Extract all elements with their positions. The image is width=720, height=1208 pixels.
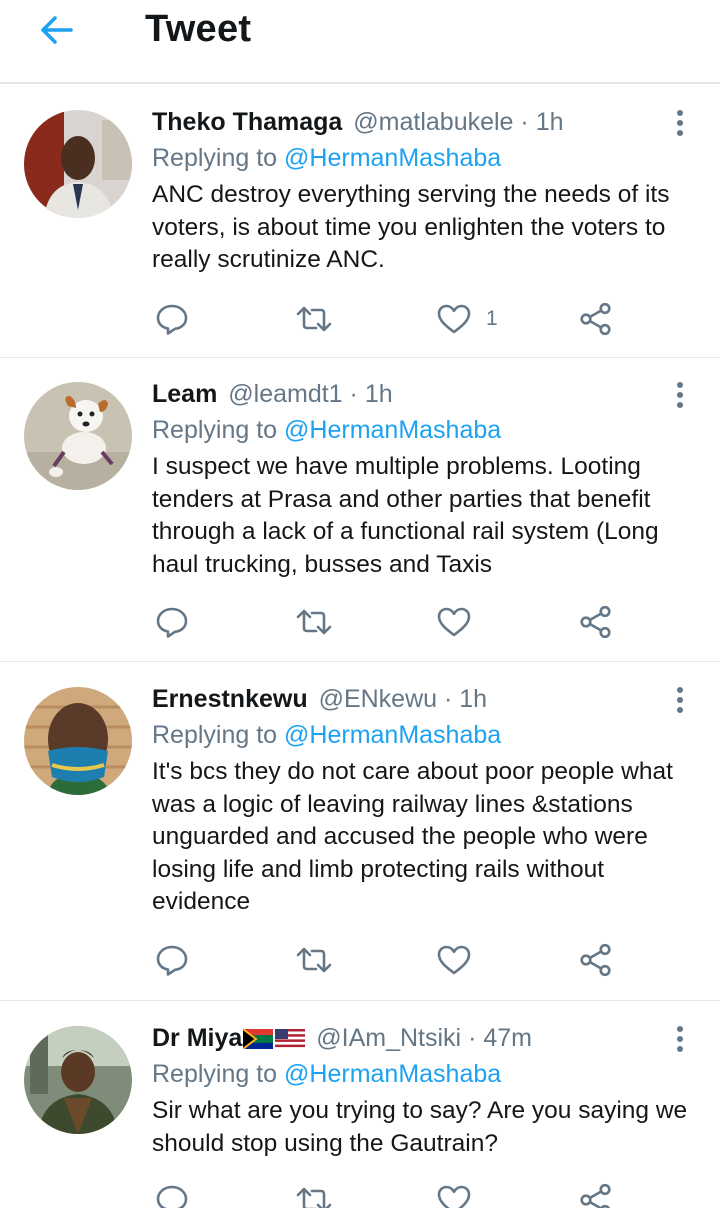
heart-icon — [437, 945, 471, 975]
tweet-text: Sir what are you trying to say? Are you … — [152, 1097, 688, 1157]
avatar-image — [24, 1026, 132, 1134]
like-button[interactable] — [436, 940, 486, 980]
tweet[interactable]: Ernestnkewu @ENkewu · 1h Replying to @He… — [0, 663, 720, 1001]
separator-dot: · — [444, 685, 453, 713]
replying-to-link[interactable]: @HermanMashaba — [284, 721, 501, 749]
reply-bubble-icon — [156, 945, 188, 976]
tweet[interactable]: Theko Thamaga @matlabukele · 1h Replying… — [0, 86, 720, 358]
share-button[interactable] — [578, 940, 614, 980]
replying-to: Replying to @HermanMashaba — [152, 1058, 501, 1090]
replying-prefix: Replying to — [152, 721, 285, 749]
tweet-text: ANC destroy everything serving the needs… — [152, 181, 670, 274]
tweet[interactable]: Leam @leamdt1 · 1h Replying to @HermanMa… — [0, 358, 720, 662]
author-name[interactable]: Dr Miya — [152, 1024, 242, 1052]
author-handle[interactable]: @ENkewu — [319, 685, 437, 713]
share-icon — [580, 1183, 611, 1208]
tweet-header: Theko Thamaga @matlabukele · 1h — [152, 106, 564, 138]
tweet-actions — [150, 602, 630, 642]
avatar[interactable] — [24, 382, 132, 490]
retweet-button[interactable] — [294, 940, 334, 980]
reply-button[interactable] — [154, 602, 190, 642]
heart-icon — [437, 304, 471, 334]
tweet-header: Ernestnkewu @ENkewu · 1h — [152, 683, 487, 715]
timestamp: 1h — [459, 685, 488, 713]
back-button[interactable] — [34, 10, 78, 50]
replying-to: Replying to @HermanMashaba — [152, 719, 501, 751]
more-options-button[interactable] — [668, 108, 692, 138]
share-button[interactable] — [578, 1180, 614, 1208]
share-icon — [580, 943, 611, 977]
replying-to: Replying to @HermanMashaba — [152, 142, 501, 174]
like-button[interactable] — [436, 1180, 486, 1208]
reply-button[interactable] — [154, 299, 190, 339]
top-app-bar: Tweet — [0, 0, 720, 84]
more-vertical-icon — [677, 687, 683, 693]
reply-bubble-icon — [156, 607, 188, 638]
retweet-icon — [296, 947, 332, 973]
tweet-actions: 1 — [150, 299, 630, 339]
author-name[interactable]: Leam — [152, 380, 217, 408]
avatar[interactable] — [24, 1026, 132, 1134]
author-handle[interactable]: @matlabukele — [353, 108, 513, 136]
share-icon — [580, 605, 611, 639]
tweet-header: Leam @leamdt1 · 1h — [152, 378, 393, 410]
reply-button[interactable] — [154, 940, 190, 980]
reply-button[interactable] — [154, 1180, 190, 1208]
separator-dot: · — [349, 380, 358, 408]
more-options-button[interactable] — [668, 1024, 692, 1054]
avatar[interactable] — [24, 687, 132, 795]
tweet-text: I suspect we have multiple problems. Loo… — [152, 453, 659, 578]
avatar-image — [24, 382, 132, 490]
more-options-button[interactable] — [668, 380, 692, 410]
retweet-button[interactable] — [294, 299, 334, 339]
share-icon — [580, 302, 611, 336]
replying-to-link[interactable]: @HermanMashaba — [284, 416, 501, 444]
author-handle[interactable]: @leamdt1 — [228, 380, 342, 408]
flag-emoji-icon — [243, 1028, 306, 1051]
heart-icon — [437, 1185, 471, 1208]
arrow-left-icon — [41, 16, 73, 44]
replying-prefix: Replying to — [152, 1060, 285, 1088]
retweet-button[interactable] — [294, 602, 334, 642]
more-vertical-icon — [677, 110, 683, 116]
more-options-button[interactable] — [668, 685, 692, 715]
retweet-icon — [296, 609, 332, 635]
retweet-button[interactable] — [294, 1180, 334, 1208]
tweet[interactable]: Dr Miya @IAm_Ntsiki · 47m Replying to @H… — [0, 1002, 720, 1208]
avatar-image — [24, 687, 132, 795]
replying-prefix: Replying to — [152, 416, 285, 444]
timestamp: 1h — [364, 380, 393, 408]
tweet-actions — [150, 1180, 630, 1208]
reply-bubble-icon — [156, 1185, 188, 1208]
like-button[interactable]: 1 — [436, 299, 498, 339]
reply-bubble-icon — [156, 304, 188, 335]
page-title: Tweet — [145, 8, 252, 50]
avatar[interactable] — [24, 110, 132, 218]
more-vertical-icon — [677, 382, 683, 388]
author-handle[interactable]: @IAm_Ntsiki — [316, 1024, 461, 1052]
separator-dot: · — [520, 108, 529, 136]
replying-to-link[interactable]: @HermanMashaba — [284, 1060, 501, 1088]
heart-icon — [437, 607, 471, 637]
replying-to: Replying to @HermanMashaba — [152, 414, 501, 446]
replying-to-link[interactable]: @HermanMashaba — [284, 144, 501, 172]
tweet-actions — [150, 940, 630, 980]
like-button[interactable] — [436, 602, 486, 642]
separator-dot: · — [468, 1024, 477, 1052]
author-name[interactable]: Ernestnkewu — [152, 685, 308, 713]
tweet-text: It's bcs they do not care about poor peo… — [152, 758, 673, 916]
replying-prefix: Replying to — [152, 144, 285, 172]
author-name[interactable]: Theko Thamaga — [152, 108, 342, 136]
timestamp: 1h — [535, 108, 564, 136]
share-button[interactable] — [578, 602, 614, 642]
more-vertical-icon — [677, 1026, 683, 1032]
share-button[interactable] — [578, 299, 614, 339]
like-count: 1 — [486, 307, 498, 330]
avatar-image — [24, 110, 132, 218]
timestamp: 47m — [483, 1024, 532, 1052]
tweet-header: Dr Miya @IAm_Ntsiki · 47m — [152, 1022, 532, 1054]
retweet-icon — [296, 1187, 332, 1208]
retweet-icon — [296, 306, 332, 332]
